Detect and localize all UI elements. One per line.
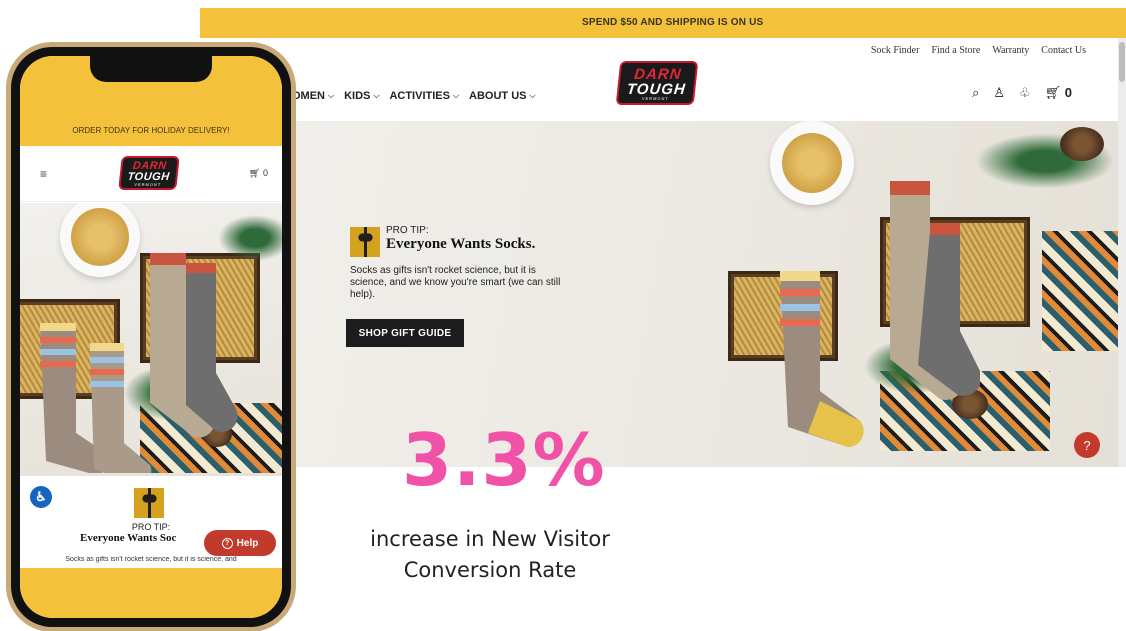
mobile-bottom-bar xyxy=(20,568,282,618)
stat-value: 3.3% xyxy=(402,418,606,502)
mobile-promo-text: ORDER TODAY FOR HOLIDAY DELIVERY! xyxy=(72,126,230,135)
utility-links: Sock Finder Find a Store Warranty Contac… xyxy=(871,45,1086,56)
utility-link-contact[interactable]: Contact Us xyxy=(1041,45,1086,56)
pinecone-image xyxy=(1060,127,1104,161)
nav-item-activities[interactable]: ACTIVITIES ⌵ xyxy=(389,90,459,102)
main-nav: OMEN ⌵ KIDS ⌵ ACTIVITIES ⌵ ABOUT US ⌵ xyxy=(292,90,536,102)
cart-icon[interactable]: 🛒︎ 0 xyxy=(1045,85,1072,101)
nav-item-about[interactable]: ABOUT US ⌵ xyxy=(469,90,536,102)
desktop-promo-text: SPEND $50 AND SHIPPING IS ON US xyxy=(582,17,764,28)
wrapped-gift-image xyxy=(1042,231,1122,351)
utility-link-sock-finder[interactable]: Sock Finder xyxy=(871,45,920,56)
accessibility-icon[interactable]: ♿︎ xyxy=(30,486,52,508)
mobile-hero-image xyxy=(20,203,282,476)
desktop-screenshot: SPEND $50 AND SHIPPING IS ON US Sock Fin… xyxy=(200,8,1126,467)
pro-tip-heading: Everyone Wants Socks. xyxy=(386,236,536,252)
phone-notch xyxy=(90,56,212,82)
socks-image xyxy=(780,181,980,447)
cart-icon[interactable]: 🛒︎ 0 xyxy=(249,168,268,179)
utility-link-warranty[interactable]: Warranty xyxy=(992,45,1029,56)
scrollbar-thumb[interactable] xyxy=(1119,42,1125,82)
stat-caption: increase in New Visitor Conversion Rate xyxy=(370,527,610,582)
phone-screen: ORDER TODAY FOR HOLIDAY DELIVERY! ≡ DARN… xyxy=(20,56,282,618)
pro-tip-heading: Everyone Wants Soc xyxy=(80,532,177,544)
header-icons: ⌕ ♙ ♧ 🛒︎ 0 xyxy=(972,85,1072,101)
account-icon[interactable]: ♙ xyxy=(993,85,1005,101)
socks-image xyxy=(40,253,238,473)
mobile-header: ≡ DARN TOUGH VERMONT 🛒︎ 0 xyxy=(20,146,282,202)
nav-item-women[interactable]: OMEN ⌵ xyxy=(292,90,334,102)
hamburger-menu-icon[interactable]: ≡ xyxy=(40,167,47,181)
pro-tip-body: Socks as gifts isn't rocket science, but… xyxy=(350,265,561,300)
mobile-pro-tip: PRO TIP: Everyone Wants Soc Socks as gif… xyxy=(20,476,282,576)
help-icon[interactable]: ? xyxy=(1074,432,1100,458)
chevron-down-icon: ⌵ xyxy=(373,91,380,100)
chevron-down-icon: ⌵ xyxy=(328,91,335,100)
brand-logo[interactable]: DARN TOUGH VERMONT xyxy=(615,61,699,105)
search-icon[interactable]: ⌕ xyxy=(972,85,979,101)
gift-bow-icon xyxy=(350,227,380,257)
scrollbar[interactable] xyxy=(1118,38,1126,467)
pro-tip-label: PRO TIP: xyxy=(386,225,429,236)
gift-bow-icon xyxy=(134,488,164,518)
hero-banner: PRO TIP: Everyone Wants Socks. Socks as … xyxy=(200,121,1126,467)
shop-gift-guide-button[interactable]: SHOP GIFT GUIDE xyxy=(346,319,464,347)
brand-logo[interactable]: DARN TOUGH VERMONT xyxy=(118,156,180,190)
pro-tip-body: Socks as gifts isn't rocket science, but… xyxy=(65,556,237,563)
cart-count: 0 xyxy=(1064,85,1072,100)
nav-item-kids[interactable]: KIDS ⌵ xyxy=(344,90,379,102)
chevron-down-icon: ⌵ xyxy=(452,91,460,100)
chevron-down-icon: ⌵ xyxy=(529,91,536,100)
help-label: Help xyxy=(236,537,259,549)
cart-count: 0 xyxy=(262,168,268,178)
desktop-promo-bar: SPEND $50 AND SHIPPING IS ON US xyxy=(200,8,1126,38)
phone-mockup: ORDER TODAY FOR HOLIDAY DELIVERY! ≡ DARN… xyxy=(6,42,296,631)
utility-link-find-store[interactable]: Find a Store xyxy=(931,45,980,56)
phone-bezel: ORDER TODAY FOR HOLIDAY DELIVERY! ≡ DARN… xyxy=(11,47,291,627)
help-icon: ? xyxy=(221,537,233,549)
wishlist-icon[interactable]: ♧ xyxy=(1019,85,1031,101)
help-button[interactable]: ? Help xyxy=(204,530,276,556)
